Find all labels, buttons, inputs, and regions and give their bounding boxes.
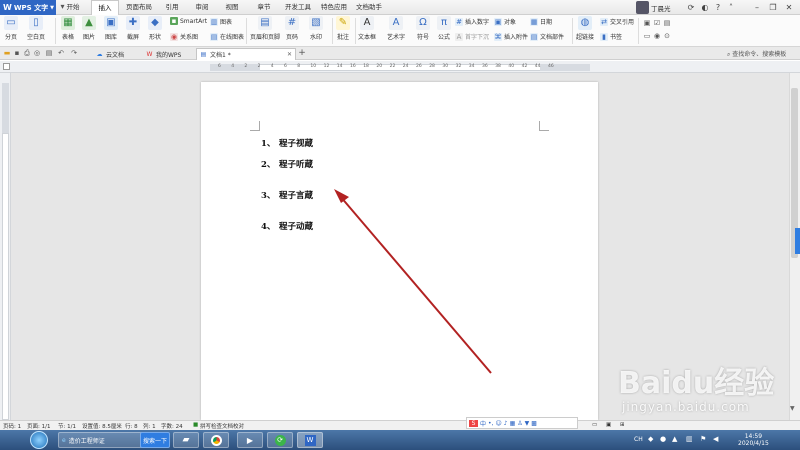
- wps-app-icon: W: [304, 434, 316, 446]
- status-setting[interactable]: 设置值: 8.5厘米: [82, 422, 122, 430]
- ime-toolbar[interactable]: S 中 •, ☺ ♪ ▦ ♙ ▼ ▩: [466, 417, 578, 429]
- baidu-watermark: Baidu经验: [618, 366, 775, 401]
- arrow-head: [334, 189, 349, 203]
- os-taskbar: e 造价工程师证 搜索一下 ▰ ▶ ⟳ W CH ◆ ● ▲ ▥ ⚑ ◀ 14:…: [0, 430, 800, 450]
- chrome-icon: [210, 434, 222, 446]
- taskbar-chrome[interactable]: [203, 432, 229, 448]
- taskbar-explorer[interactable]: ▰: [173, 432, 199, 448]
- tray-icon[interactable]: ●: [660, 435, 666, 443]
- view-mode-icon[interactable]: ▭: [592, 422, 597, 428]
- ime-lang-indicator[interactable]: CH: [634, 436, 643, 443]
- status-page-num[interactable]: 页码: 1: [3, 422, 21, 430]
- ime-user-icon: ♙: [517, 419, 523, 427]
- sogou-icon: S: [469, 419, 478, 427]
- zoom-fit-icon[interactable]: ⊞: [620, 422, 625, 428]
- arrow-line: [339, 195, 492, 374]
- search-button[interactable]: 搜索一下: [140, 432, 170, 448]
- web-view-icon[interactable]: ▣: [606, 422, 611, 428]
- status-chars[interactable]: 字数: 24: [161, 422, 183, 430]
- ime-punct-icon: •,: [488, 419, 494, 427]
- video-icon: ▶: [246, 435, 254, 445]
- status-doc-check[interactable]: 文档校对: [222, 422, 244, 430]
- volume-icon[interactable]: ◀: [713, 435, 718, 443]
- ie-icon: e: [62, 436, 66, 444]
- taskbar-wps[interactable]: W: [297, 432, 323, 448]
- side-panel-toggle[interactable]: [795, 228, 800, 254]
- status-col[interactable]: 列: 1: [143, 422, 156, 430]
- tray-icon[interactable]: ◆: [648, 435, 653, 443]
- system-clock[interactable]: 14:59 2020/4/15: [738, 433, 769, 447]
- taskbar-360[interactable]: ⟳: [267, 432, 293, 448]
- baidu-watermark-url: jingyan.baidu.com: [622, 400, 750, 414]
- ime-chinese-icon: 中: [480, 420, 487, 428]
- status-row[interactable]: 行: 8: [125, 422, 138, 430]
- ime-shirt-icon: ▼: [524, 419, 530, 427]
- ime-grid-icon: ▩: [531, 419, 537, 427]
- flag-icon[interactable]: ⚑: [700, 435, 706, 443]
- ime-emoji-icon: ☺: [495, 419, 502, 427]
- ime-keyboard-icon: ▦: [509, 419, 516, 427]
- network-icon[interactable]: ▥: [686, 435, 693, 443]
- ime-mic-icon: ♪: [503, 419, 508, 427]
- folder-icon: ▰: [182, 435, 190, 445]
- taskbar-video[interactable]: ▶: [237, 432, 263, 448]
- refresh-app-icon: ⟳: [274, 434, 286, 446]
- tray-icon[interactable]: ▲: [672, 435, 677, 443]
- status-pages[interactable]: 页面: 1/1: [27, 422, 50, 430]
- status-section[interactable]: 节: 1/1: [58, 422, 76, 430]
- status-bar: 页码: 1 页面: 1/1 节: 1/1 设置值: 8.5厘米 行: 8 列: …: [0, 417, 800, 430]
- page-down-icon[interactable]: ▼: [790, 405, 795, 412]
- check-icon: ■: [193, 422, 199, 428]
- status-spellcheck[interactable]: 拼写检查: [200, 422, 222, 430]
- start-button[interactable]: [30, 431, 48, 449]
